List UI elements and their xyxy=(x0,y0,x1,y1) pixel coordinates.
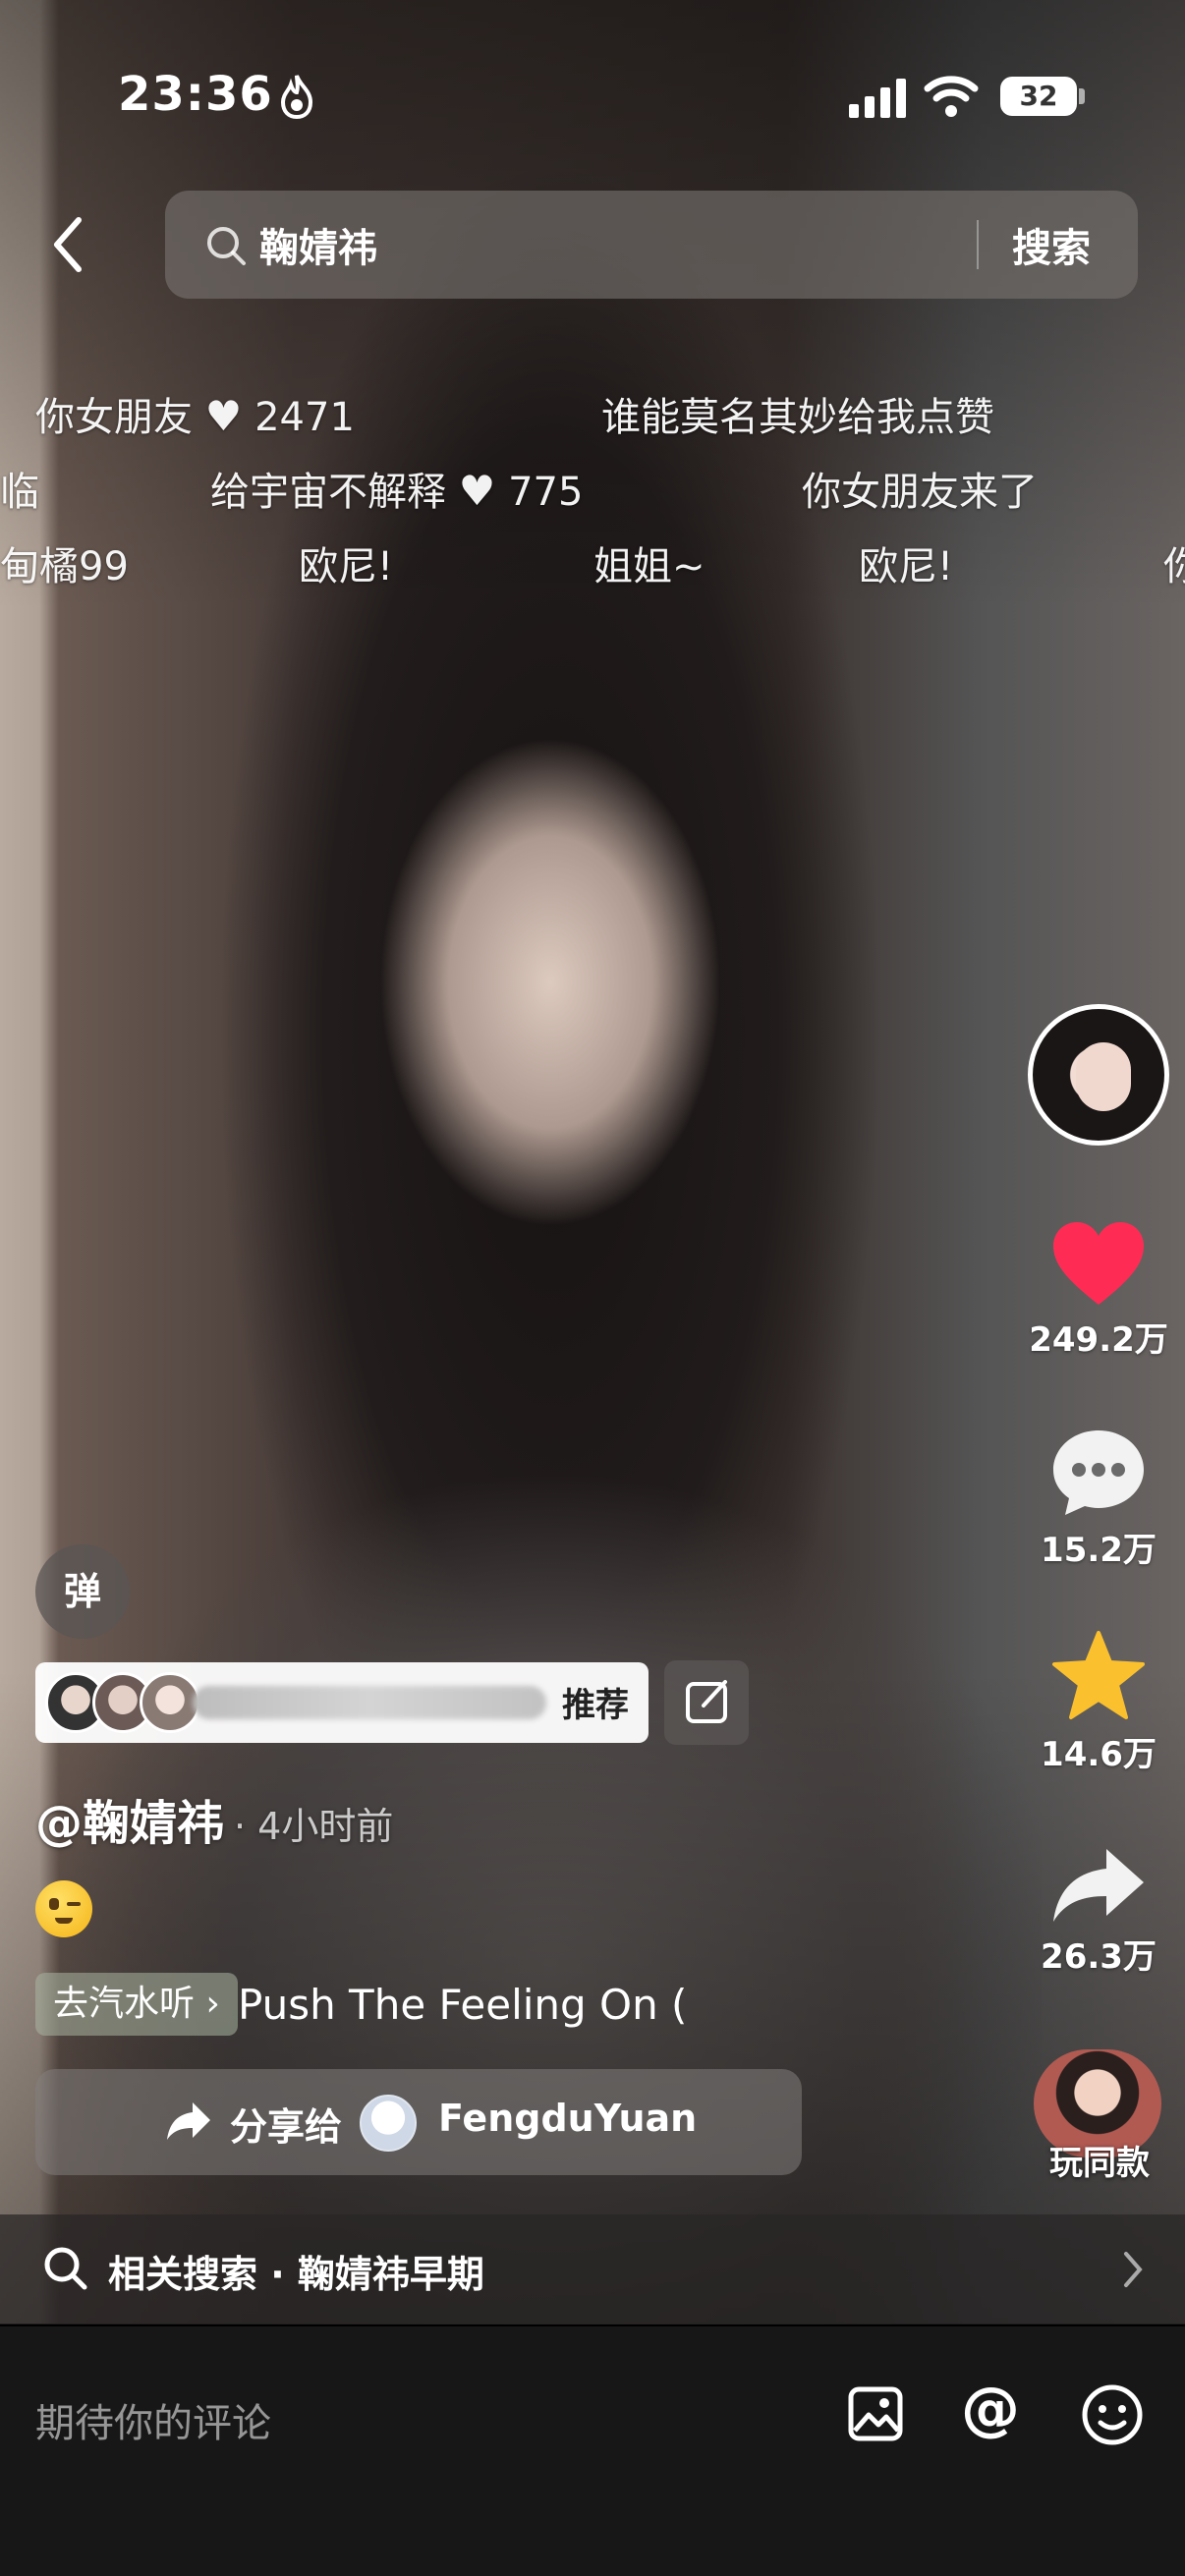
author-line: @鞠婧祎 · 4小时前 xyxy=(35,1784,393,1853)
danmaku-text: 谁能莫名其妙给我点赞 xyxy=(601,395,994,440)
like-button[interactable]: 249.2万 xyxy=(1018,1218,1179,1361)
share-count: 26.3万 xyxy=(1041,1937,1157,1977)
search-divider xyxy=(977,220,979,269)
danmaku-text: 你 xyxy=(1163,544,1185,589)
comment-button[interactable]: 15.2万 xyxy=(1018,1425,1179,1571)
search-button[interactable]: 搜索 xyxy=(1012,216,1091,273)
search-icon xyxy=(44,2247,87,2290)
like-count: 249.2万 xyxy=(1029,1320,1168,1360)
danmaku-item: 甸橘99 xyxy=(0,534,129,591)
recommend-label: 推荐 xyxy=(562,1686,629,1725)
danmaku-item: 你女朋友 ♥ 2471 xyxy=(35,385,355,442)
wink-emoji-icon xyxy=(35,1880,92,1937)
search-icon xyxy=(207,227,246,265)
heart-outline-icon: ♥ xyxy=(458,467,496,515)
danmaku-likes: 775 xyxy=(508,470,584,515)
danmaku-item: 姐姐~ xyxy=(593,534,705,591)
music-title[interactable]: Push The Feeling On ( xyxy=(238,1981,753,2029)
blurred-recommend-text xyxy=(193,1686,546,1719)
danmaku-item: 给宇宙不解释 ♥ 775 xyxy=(210,460,583,517)
share-arrow-icon xyxy=(167,2102,210,2140)
chevron-right-icon xyxy=(1124,2252,1143,2287)
mention-button[interactable]: @ xyxy=(961,2380,1020,2438)
related-search-bar[interactable]: 相关搜索 · 鞠婧祎早期 xyxy=(0,2214,1185,2324)
wifi-icon xyxy=(924,76,979,117)
recommend-card[interactable]: 推荐 xyxy=(35,1662,649,1743)
status-bar: 23:36 32 xyxy=(0,59,1185,138)
favorite-count: 14.6万 xyxy=(1041,1735,1157,1774)
status-time: 23:36 xyxy=(118,67,273,122)
danmaku-item: 谁能莫名其妙给我点赞 xyxy=(601,385,994,442)
avatar-face xyxy=(1076,1042,1131,1111)
search-input[interactable]: 鞠婧祎 搜索 xyxy=(165,191,1138,299)
related-search-text: 相关搜索 · 鞠婧祎早期 xyxy=(108,2253,484,2296)
image-icon[interactable] xyxy=(847,2385,904,2442)
battery-tip xyxy=(1079,88,1085,104)
post-time: · 4小时前 xyxy=(234,1805,394,1848)
share-target-name: FengduYuan xyxy=(438,2097,698,2140)
comment-bar: 期待你的评论 @ xyxy=(0,2324,1185,2576)
danmaku-text: 欧尼! xyxy=(299,544,394,589)
search-query-text: 鞠婧祎 xyxy=(259,226,377,271)
danmaku-text: 甸橘99 xyxy=(0,544,129,589)
back-icon[interactable] xyxy=(39,210,98,279)
danmaku-text: 你女朋友 xyxy=(35,395,193,440)
battery-indicator: 32 xyxy=(1000,77,1077,116)
smile-icon[interactable] xyxy=(1081,2383,1144,2446)
danmaku-text: 欧尼! xyxy=(859,544,954,589)
danmaku-item: 你 xyxy=(1163,534,1185,591)
danmaku-text: 你女朋友来了 xyxy=(802,470,1038,515)
edit-button[interactable] xyxy=(664,1660,749,1745)
comment-bubble-icon xyxy=(1053,1430,1144,1515)
star-icon xyxy=(1052,1631,1145,1719)
favorite-button[interactable]: 14.6万 xyxy=(1018,1629,1179,1775)
danmaku-text: 给宇宙不解释 xyxy=(210,470,446,515)
flame-icon xyxy=(280,75,313,120)
comment-count: 15.2万 xyxy=(1041,1531,1157,1570)
heart-icon xyxy=(1053,1222,1144,1305)
danmaku-item: 欧尼! xyxy=(859,534,953,591)
danmaku-item: 临 xyxy=(0,460,39,517)
open-in-qishui-button[interactable]: 去汽水听 › xyxy=(35,1973,238,2036)
share-to-label: 分享给 xyxy=(230,2105,343,2149)
avatar xyxy=(360,2095,417,2152)
try-same-button[interactable]: 玩同款 xyxy=(1034,2049,1165,2183)
avatar xyxy=(140,1672,200,1733)
danmaku-text: 临 xyxy=(0,470,39,515)
share-arrow-icon xyxy=(1053,1849,1144,1922)
danmaku-likes: 2471 xyxy=(254,395,355,440)
danmaku-item: 欧尼! xyxy=(299,534,393,591)
author-name[interactable]: @鞠婧祎 xyxy=(35,1796,224,1851)
danmaku-text: 姐姐~ xyxy=(593,544,705,589)
share-button[interactable]: 26.3万 xyxy=(1018,1843,1179,1978)
video-screen[interactable]: 23:36 32 鞠婧祎 搜索 你女朋友 ♥ 2471 谁能莫名其妙给我点赞 临… xyxy=(0,0,1185,2576)
share-to-friend-button[interactable]: 分享给 FengduYuan xyxy=(35,2069,802,2175)
danmaku-toggle-button[interactable]: 弹 xyxy=(35,1544,130,1639)
creator-avatar[interactable] xyxy=(1028,1004,1169,1146)
edit-icon xyxy=(686,1680,727,1723)
heart-outline-icon: ♥ xyxy=(204,392,243,440)
danmaku-item: 你女朋友来了 xyxy=(802,460,1038,517)
signal-icon xyxy=(849,79,906,118)
try-same-label: 玩同款 xyxy=(1049,2144,1150,2183)
comment-input[interactable]: 期待你的评论 xyxy=(35,2391,271,2448)
